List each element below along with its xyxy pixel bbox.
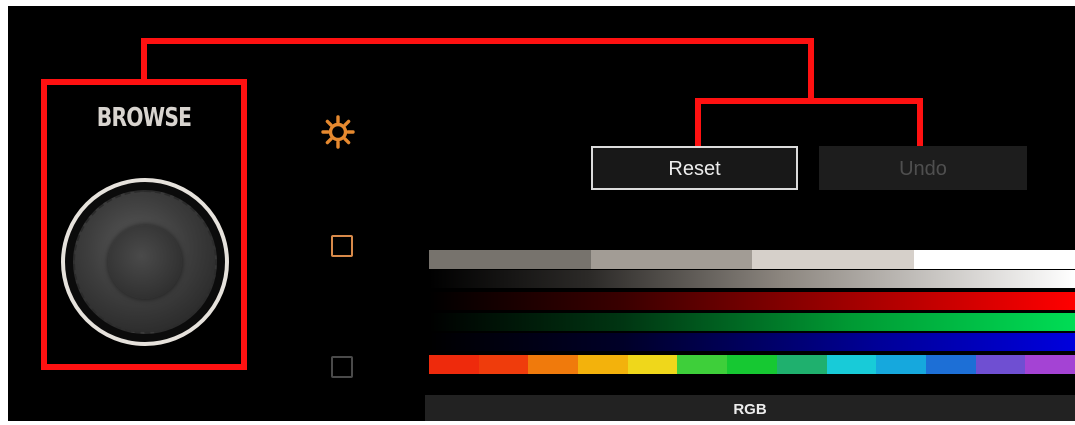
hue-swatch[interactable] <box>876 355 926 374</box>
gray-swatch[interactable] <box>591 250 753 269</box>
hue-swatch[interactable] <box>976 355 1026 374</box>
square-button-icon[interactable] <box>331 235 353 257</box>
hue-swatch[interactable] <box>429 355 479 374</box>
red-gradient[interactable] <box>429 292 1075 310</box>
browse-section: BROWSE <box>41 79 247 370</box>
gray-swatch[interactable] <box>914 250 1075 269</box>
hue-swatch[interactable] <box>777 355 827 374</box>
hue-swatch[interactable] <box>528 355 578 374</box>
hue-swatch[interactable] <box>1025 355 1075 374</box>
hue-swatch-row <box>429 355 1075 374</box>
hue-swatch[interactable] <box>926 355 976 374</box>
gray-swatch[interactable] <box>752 250 914 269</box>
browse-encoder-knob[interactable] <box>61 178 229 346</box>
knob-outer <box>73 190 217 334</box>
gray-swatch[interactable] <box>429 250 591 269</box>
color-mode-label[interactable]: RGB <box>425 395 1075 421</box>
green-gradient[interactable] <box>429 313 1075 331</box>
blue-gradient[interactable] <box>429 333 1075 351</box>
hue-swatch[interactable] <box>479 355 529 374</box>
brightness-gradient[interactable] <box>429 270 1075 288</box>
undo-button[interactable]: Undo <box>819 146 1027 190</box>
hue-swatch[interactable] <box>827 355 877 374</box>
square-button-icon[interactable] <box>331 356 353 378</box>
hue-swatch[interactable] <box>727 355 777 374</box>
reset-button[interactable]: Reset <box>591 146 798 190</box>
browse-label: BROWSE <box>68 103 219 133</box>
gear-icon[interactable] <box>320 114 356 150</box>
hue-swatch[interactable] <box>578 355 628 374</box>
hue-swatch[interactable] <box>677 355 727 374</box>
gray-swatch-row <box>429 250 1075 269</box>
knob-cap <box>108 225 182 299</box>
hue-swatch[interactable] <box>628 355 678 374</box>
